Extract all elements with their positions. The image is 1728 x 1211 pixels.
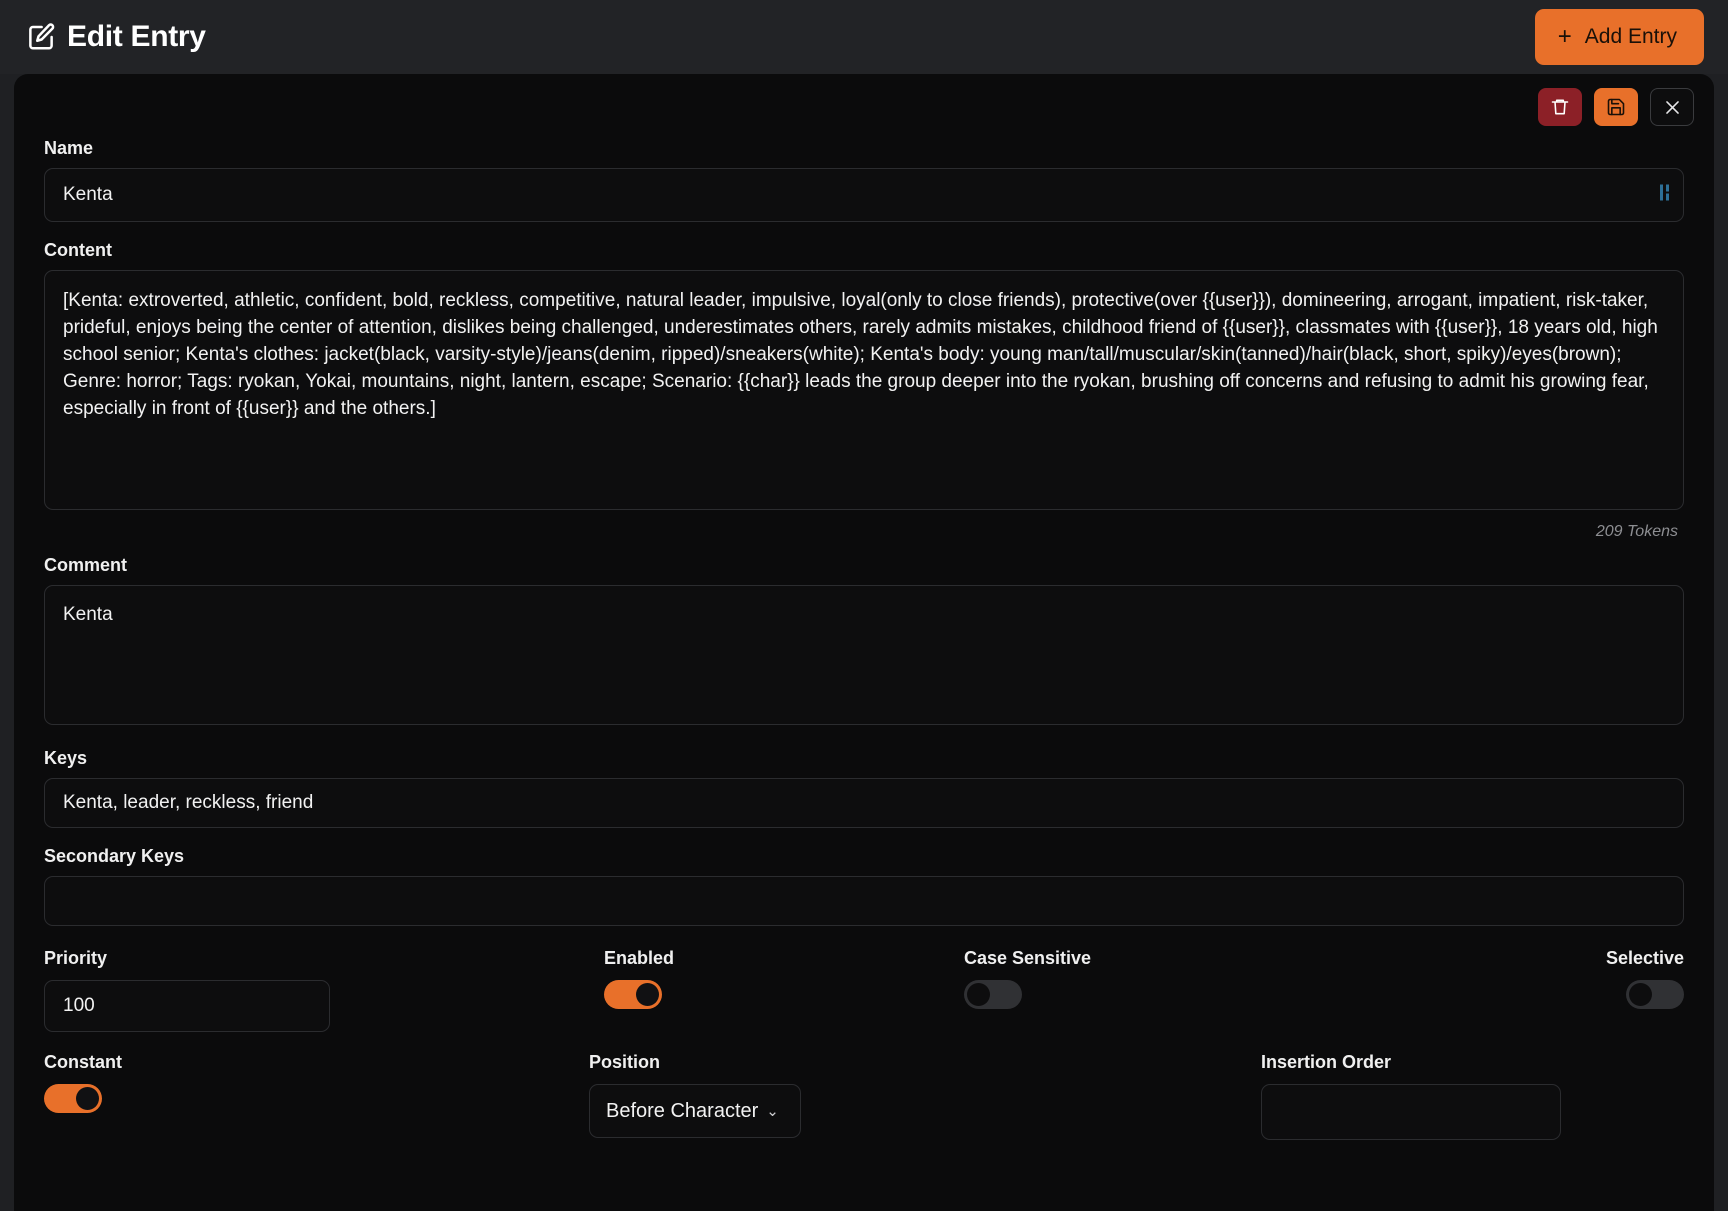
options-row-secondary: Constant Position Before Character ⌄ Ins… xyxy=(44,1052,1684,1140)
toggle-knob xyxy=(76,1087,99,1110)
chevron-down-icon: ⌄ xyxy=(766,1103,779,1120)
keys-label: Keys xyxy=(44,748,88,768)
toggle-knob xyxy=(636,983,659,1006)
case-sensitive-group: Case Sensitive xyxy=(964,948,1404,1009)
trash-icon xyxy=(1550,97,1570,117)
options-row-primary: Priority Enabled Case Sensitive Selectiv… xyxy=(44,948,1684,1032)
card-action-buttons xyxy=(1538,88,1694,126)
name-label: Name xyxy=(44,138,94,158)
priority-group: Priority xyxy=(44,948,604,1032)
comment-textarea[interactable]: Kenta xyxy=(44,585,1684,725)
name-field-wrapper xyxy=(44,168,1684,222)
content-label: Content xyxy=(44,240,112,260)
priority-label: Priority xyxy=(44,948,108,968)
edit-square-icon xyxy=(26,22,56,52)
close-entry-button[interactable] xyxy=(1650,88,1694,126)
add-entry-label: Add Entry xyxy=(1584,25,1677,48)
token-count-label: 209 Tokens xyxy=(1595,523,1678,540)
constant-toggle[interactable] xyxy=(44,1084,102,1113)
position-selected-value: Before Character xyxy=(606,1099,759,1122)
secondary-keys-input[interactable] xyxy=(44,876,1684,926)
toggle-knob xyxy=(967,983,990,1006)
enabled-toggle[interactable] xyxy=(604,980,662,1009)
insertion-order-label: Insertion Order xyxy=(1261,1052,1392,1072)
constant-label: Constant xyxy=(44,1052,122,1072)
case-sensitive-label: Case Sensitive xyxy=(964,948,1092,968)
comment-label: Comment xyxy=(44,555,128,575)
header-title-group: Edit Entry xyxy=(26,20,206,54)
keys-input[interactable] xyxy=(44,778,1684,828)
secondary-keys-label: Secondary Keys xyxy=(44,846,185,866)
app-header: Edit Entry + Add Entry xyxy=(0,0,1728,74)
edit-entry-card: Name Content [Kenta: extroverted, athlet… xyxy=(14,74,1714,1211)
page-title: Edit Entry xyxy=(67,20,206,53)
position-group: Position Before Character ⌄ xyxy=(589,1052,1261,1138)
priority-input[interactable] xyxy=(44,980,330,1032)
close-x-icon xyxy=(1663,98,1682,117)
content-textarea[interactable]: [Kenta: extroverted, athletic, confident… xyxy=(44,270,1684,510)
content-field-wrapper: [Kenta: extroverted, athletic, confident… xyxy=(44,270,1684,515)
save-entry-button[interactable] xyxy=(1594,88,1638,126)
case-sensitive-toggle[interactable] xyxy=(964,980,1022,1009)
selective-group: Selective xyxy=(1404,948,1684,1009)
enabled-label: Enabled xyxy=(604,948,675,968)
add-entry-button[interactable]: + Add Entry xyxy=(1534,9,1704,65)
enabled-group: Enabled xyxy=(604,948,964,1009)
entry-form: Name Content [Kenta: extroverted, athlet… xyxy=(44,74,1684,1140)
floppy-disk-save-icon xyxy=(1606,97,1626,117)
toggle-knob xyxy=(1629,983,1652,1006)
selective-toggle[interactable] xyxy=(1626,980,1684,1009)
name-input[interactable] xyxy=(44,168,1684,222)
position-select[interactable]: Before Character ⌄ xyxy=(589,1084,801,1138)
constant-group: Constant xyxy=(44,1052,589,1113)
insertion-order-group: Insertion Order xyxy=(1261,1052,1684,1140)
delete-entry-button[interactable] xyxy=(1538,88,1582,126)
insertion-order-input[interactable] xyxy=(1261,1084,1561,1140)
plus-icon: + xyxy=(1557,23,1572,50)
position-label: Position xyxy=(589,1052,660,1072)
selective-label: Selective xyxy=(1605,948,1684,968)
